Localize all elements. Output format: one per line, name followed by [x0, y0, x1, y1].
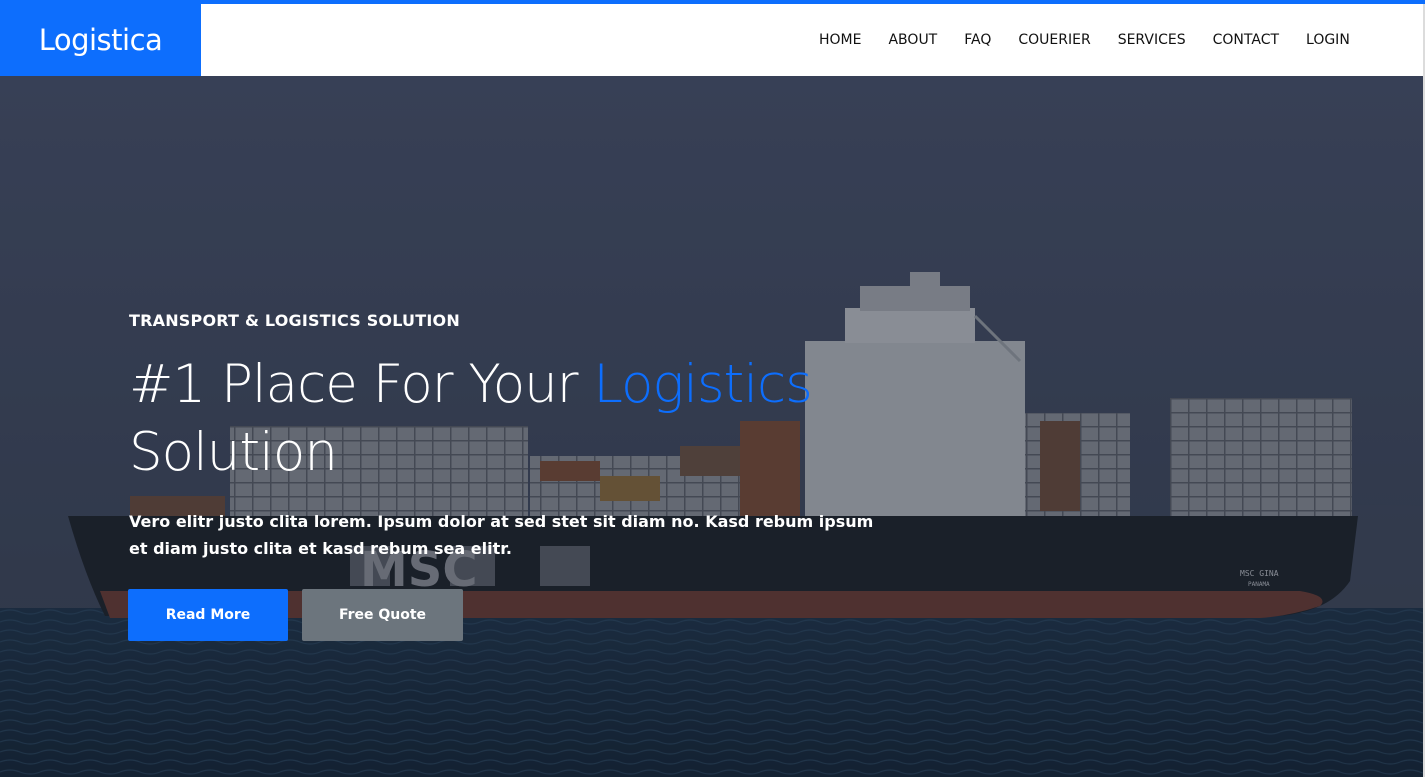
hero-headline: #1 Place For Your Logistics Solution — [129, 351, 889, 487]
nav-item-courier[interactable]: COUERIER — [1018, 32, 1090, 48]
nav-item-home[interactable]: HOME — [819, 32, 861, 48]
nav-item-services[interactable]: SERVICES — [1118, 32, 1186, 48]
headline-accent: Logistics — [593, 354, 812, 415]
nav-item-faq[interactable]: FAQ — [964, 32, 991, 48]
headline-part-1: #1 Place For Your — [129, 354, 594, 415]
hero-eyebrow: TRANSPORT & LOGISTICS SOLUTION — [129, 311, 460, 330]
nav-item-contact[interactable]: CONTACT — [1213, 32, 1279, 48]
free-quote-button[interactable]: Free Quote — [302, 589, 463, 641]
brand-logo[interactable]: Logistica — [0, 4, 201, 76]
hero-description: Vero elitr justo clita lorem. Ipsum dolo… — [129, 512, 874, 558]
nav-item-login[interactable]: LOGIN — [1306, 32, 1350, 48]
main-nav: HOME ABOUT FAQ COUERIER SERVICES CONTACT… — [819, 4, 1377, 76]
hero-section: MSC MSC GINA PANAMA TRANSPORT & LOGISTIC… — [0, 76, 1423, 777]
headline-part-2: Solution — [129, 422, 338, 483]
nav-item-about[interactable]: ABOUT — [888, 32, 937, 48]
read-more-button[interactable]: Read More — [128, 589, 288, 641]
brand-name: Logistica — [38, 23, 163, 57]
